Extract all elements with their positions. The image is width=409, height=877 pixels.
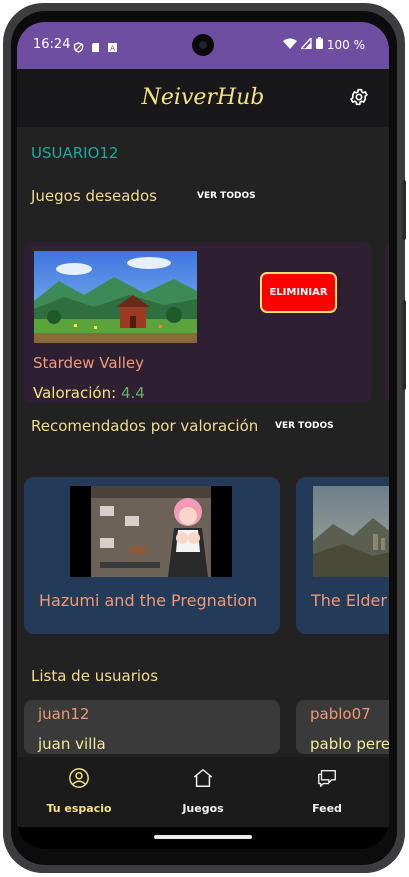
power-button: [402, 180, 406, 240]
cell-signal-icon: [299, 35, 312, 52]
user-card[interactable]: pablo07 pablo perez: [296, 700, 389, 754]
nav-label: Feed: [312, 802, 342, 815]
gesture-area: [17, 827, 389, 849]
recommended-see-all-button[interactable]: VER TODOS: [275, 421, 334, 431]
recommended-card[interactable]: The Elder: [296, 477, 389, 634]
wishlist-card-next[interactable]: [385, 242, 389, 403]
user-handle: pablo07: [310, 705, 371, 723]
rating-value: 4.4: [121, 384, 145, 402]
screen: 16:24 A 100 % NeiverHub USUARIO12 Juegos…: [17, 22, 389, 849]
gear-icon[interactable]: [349, 87, 369, 107]
nav-label: Tu espacio: [46, 802, 112, 815]
status-right: 100 %: [282, 35, 365, 52]
nav-tu-espacio[interactable]: Tu espacio: [17, 757, 141, 827]
bottom-navigation: Tu espacio Juegos Feed: [17, 757, 389, 827]
volume-button: [402, 300, 406, 390]
recommended-card[interactable]: Hazumi and the Pregnation: [24, 477, 280, 634]
home-icon: [193, 769, 213, 787]
person-circle-icon: [69, 768, 89, 788]
nav-juegos[interactable]: Juegos: [141, 757, 265, 827]
sd-card-icon: [90, 38, 101, 52]
delete-wishlist-button[interactable]: ELIMINIAR: [260, 272, 337, 313]
hazumi-cover-image: [70, 486, 232, 577]
user-full-name: pablo perez: [310, 735, 389, 753]
stardew-valley-cover-image: [34, 251, 197, 343]
recommended-game-name: Hazumi and the Pregnation: [39, 591, 258, 610]
main-content[interactable]: USUARIO12 Juegos deseados VER TODOS ELIM…: [17, 127, 389, 757]
wishlist-card[interactable]: ELIMINIAR Stardew Valley Valoración: 4.4: [24, 242, 371, 403]
the-elder-scrolls-cover-image: [313, 486, 389, 577]
status-notification-icons: A: [73, 38, 118, 53]
profile-username: USUARIO12: [31, 144, 119, 162]
app-bar: NeiverHub: [17, 69, 389, 127]
user-handle: juan12: [38, 705, 90, 723]
user-full-name: juan villa: [38, 735, 106, 753]
battery-icon: [315, 37, 323, 52]
nav-label: Juegos: [182, 802, 224, 815]
status-bar: 16:24 A 100 %: [17, 22, 389, 69]
wishlist-title: Juegos deseados: [31, 187, 157, 205]
keyboard-icon: A: [107, 38, 118, 53]
home-gesture-bar[interactable]: [154, 835, 252, 839]
wifi-icon: [282, 38, 297, 52]
wishlist-game-name: Stardew Valley: [33, 354, 145, 372]
nav-feed[interactable]: Feed: [265, 757, 389, 827]
status-time: 16:24: [33, 37, 71, 52]
front-camera: [192, 34, 214, 56]
svg-text:A: A: [110, 45, 115, 53]
user-card[interactable]: juan12 juan villa: [24, 700, 280, 754]
chat-bubbles-icon: [318, 769, 336, 787]
recommended-title: Recomendados por valoración: [31, 417, 259, 435]
battery-level: 100 %: [326, 37, 365, 52]
wishlist-see-all-button[interactable]: VER TODOS: [197, 191, 256, 201]
rating-label: Valoración:: [33, 384, 117, 402]
app-title: NeiverHub: [141, 85, 265, 110]
recommended-game-name: The Elder: [311, 591, 387, 610]
users-title: Lista de usuarios: [31, 667, 159, 685]
shield-icon: [73, 38, 84, 53]
